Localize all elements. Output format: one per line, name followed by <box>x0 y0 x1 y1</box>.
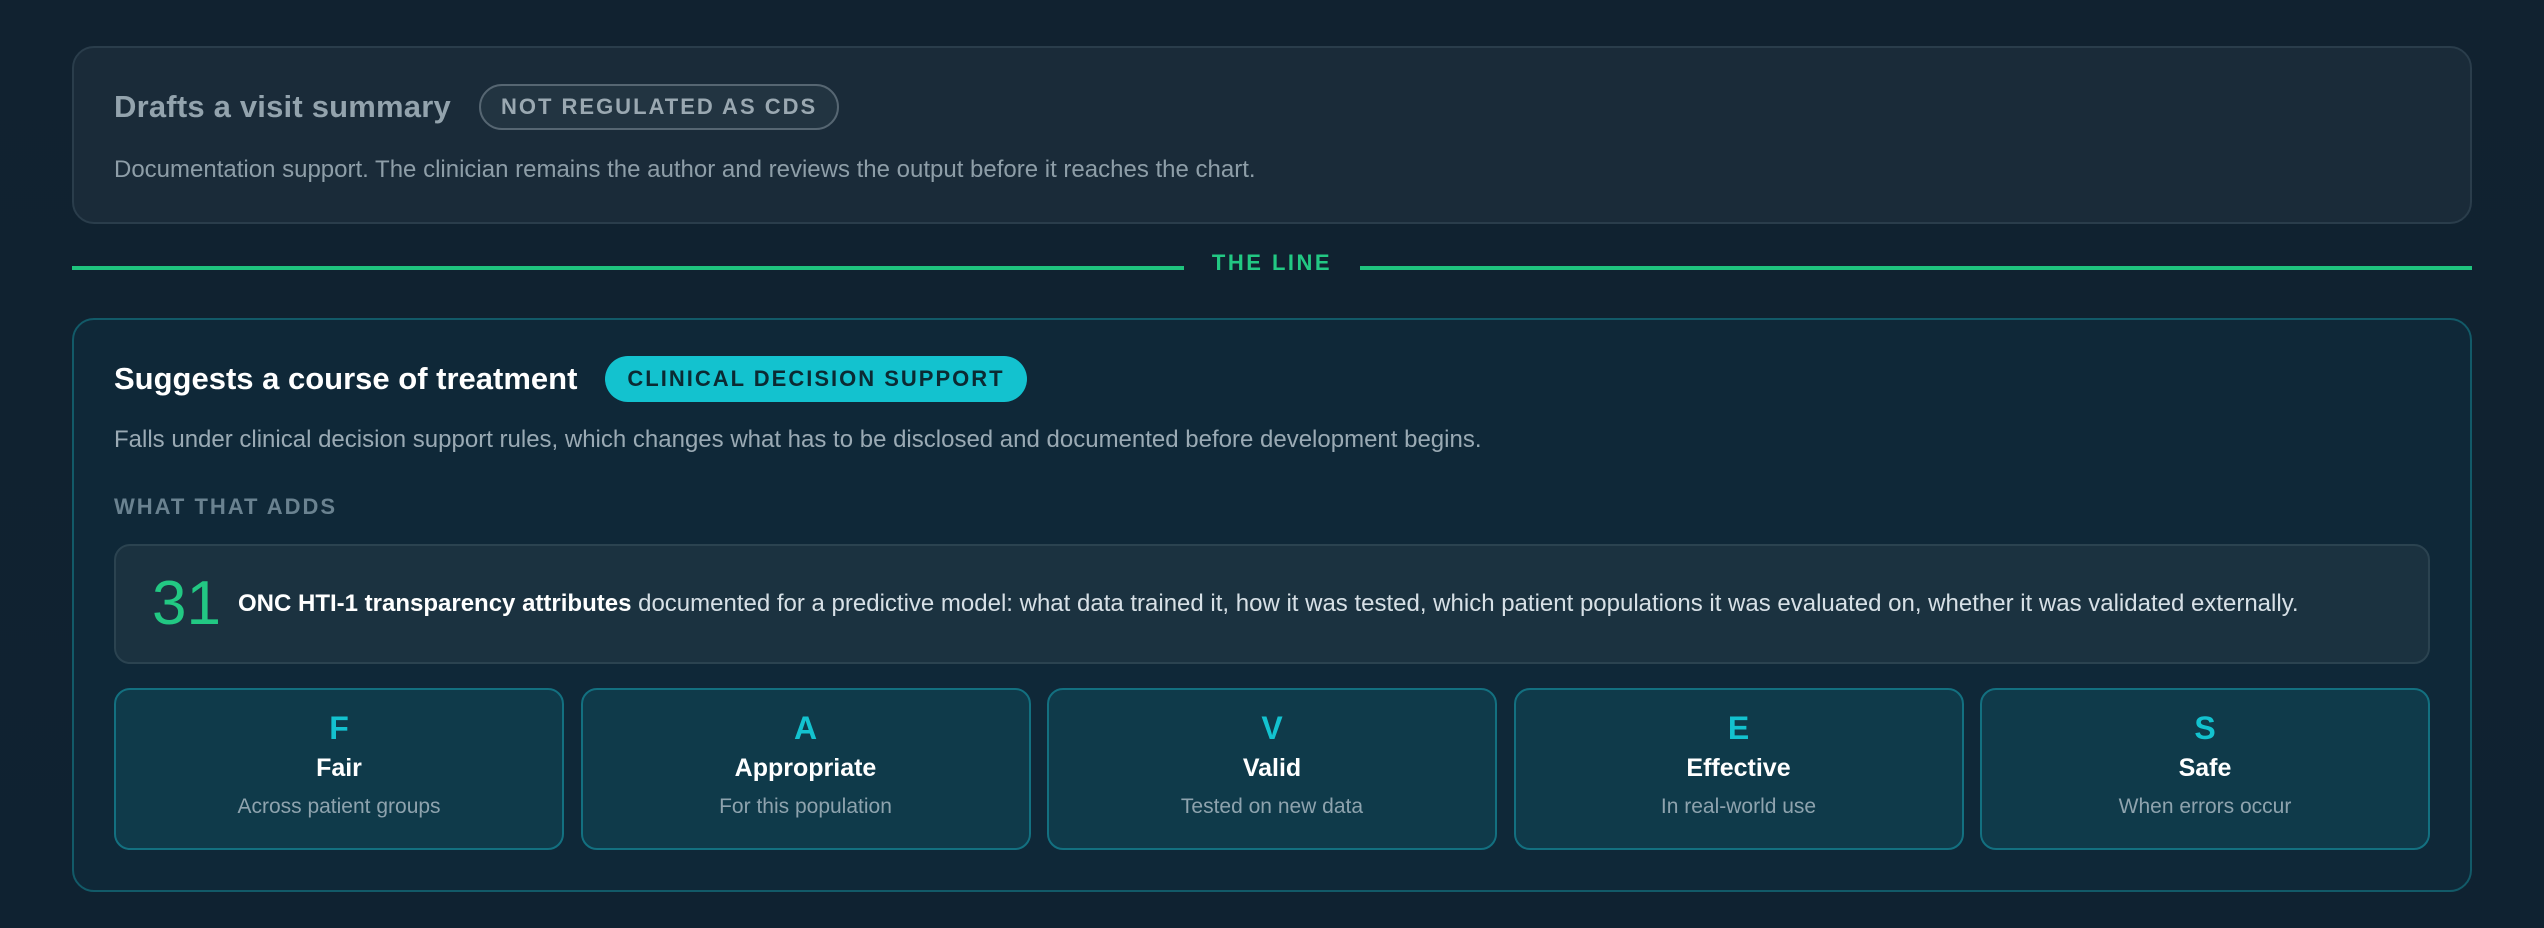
fave-name: Appropriate <box>734 754 877 782</box>
visit-summary-description: Documentation support. The clinician rem… <box>114 156 1256 183</box>
treatment-card: Suggests a course of treatment CLINICAL … <box>72 318 2472 892</box>
what-that-adds-label: WHAT THAT ADDS <box>114 494 338 519</box>
fave-letter: V <box>1261 710 1283 746</box>
fave-name: Safe <box>2178 754 2232 782</box>
the-line-divider: THE LINE <box>72 224 2472 318</box>
fave-name: Valid <box>1242 754 1302 782</box>
fave-letter: S <box>2194 710 2216 746</box>
fave-subtitle: In real-world use <box>1660 795 1817 818</box>
fave-card-safe: S Safe When errors occur <box>1980 688 2430 850</box>
fave-card-appropriate: A Appropriate For this population <box>580 688 1031 850</box>
transparency-stat: 31 ONC HTI-1 transparency attributes doc… <box>114 544 2430 664</box>
fave-subtitle: When errors occur <box>2118 795 2292 818</box>
treatment-header: Suggests a course of treatment CLINICAL … <box>114 356 2430 402</box>
fave-name: Fair <box>316 754 362 782</box>
fave-letter: E <box>1727 710 1750 746</box>
fave-letter: A <box>793 710 818 746</box>
stat-body-text: documented for a predictive model: what … <box>631 590 2299 617</box>
fave-subtitle: Tested on new data <box>1180 795 1364 818</box>
fave-criteria: F Fair Across patient groups A Appropria… <box>114 688 2430 850</box>
fave-card-valid: V Valid Tested on new data <box>1047 688 1497 850</box>
fave-subtitle: Across patient groups <box>237 795 441 818</box>
divider-label: THE LINE <box>1211 250 1333 275</box>
stat-bold-text: ONC HTI-1 transparency attributes <box>238 590 632 617</box>
visit-summary-header: Drafts a visit summary NOT REGULATED AS … <box>114 84 2430 130</box>
fave-letter: F <box>329 710 349 746</box>
not-regulated-badge: NOT REGULATED AS CDS <box>478 84 840 130</box>
visit-summary-card: Drafts a visit summary NOT REGULATED AS … <box>72 46 2472 224</box>
cds-badge: CLINICAL DECISION SUPPORT <box>605 356 1027 402</box>
fave-name: Effective <box>1686 754 1791 782</box>
visit-summary-title: Drafts a visit summary <box>114 89 451 124</box>
stat-number: 31 <box>152 569 221 638</box>
fave-card-fair: F Fair Across patient groups <box>114 688 564 850</box>
fave-card-effective: E Effective In real-world use <box>1513 688 1964 850</box>
treatment-description: Falls under clinical decision support ru… <box>114 426 1482 453</box>
treatment-title: Suggests a course of treatment <box>114 361 578 396</box>
fave-subtitle: For this population <box>719 795 892 818</box>
stat-text: ONC HTI-1 transparency attributes docume… <box>238 590 2299 618</box>
page: Drafts a visit summary NOT REGULATED AS … <box>72 46 2472 892</box>
